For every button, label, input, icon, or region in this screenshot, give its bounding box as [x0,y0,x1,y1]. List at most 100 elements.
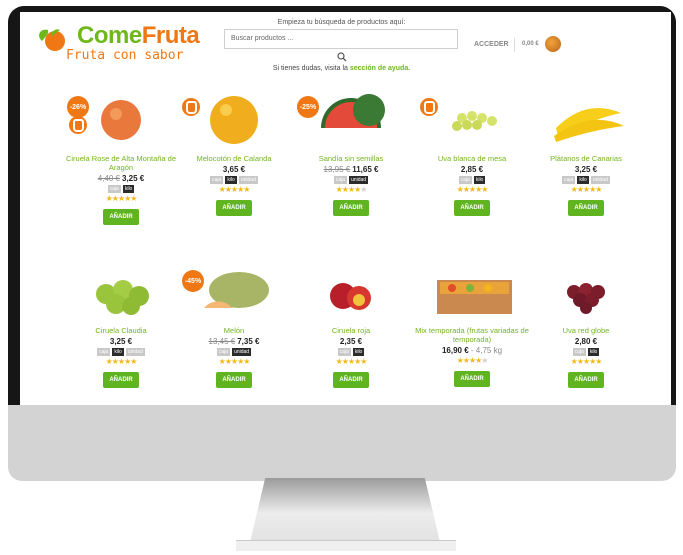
product-image[interactable] [182,88,284,148]
unit-selector: caja kilo [413,176,531,184]
add-to-cart-button[interactable]: AÑADIR [454,200,490,216]
login-link[interactable]: ACCEDER [474,41,509,48]
add-to-cart-button[interactable]: AÑADIR [216,200,252,216]
unit-option[interactable]: caja [562,176,576,184]
hand-picked-icon [69,116,87,134]
unit-selector: caja kilo [527,348,645,356]
product-card[interactable]: -26% Ciruela Rose de Alta Montaña de Arag… [62,88,180,225]
unit-option[interactable]: caja [458,176,472,184]
product-image[interactable] [536,260,636,320]
header-divider [514,38,515,52]
add-to-cart-button[interactable]: AÑADIR [216,372,252,388]
search-input[interactable]: Buscar productos ... [224,29,458,49]
product-image[interactable] [301,260,401,320]
product-card[interactable]: Uva red globe 2,80 € caja kilo ★★★★★ AÑADIR [527,260,645,388]
product-card[interactable]: Ciruela Claudia 3,25 € caja kilo unidad ★★★★★… [62,260,180,388]
rating-stars: ★★★★★ [218,357,251,366]
search-hint: Empieza tu búsqueda de productos aquí: [277,19,406,26]
comefruta-logo[interactable]: ComeFruta Fruta con sabor [36,22,206,68]
product-card[interactable]: Ciruela roja 2,35 € caja kilo ★★★★★ AÑADIR [292,260,410,388]
add-to-cart-button[interactable]: AÑADIR [333,372,369,388]
unit-option[interactable]: kilo [587,348,600,356]
monitor-base [236,540,456,551]
product-name[interactable]: Ciruela roja [292,326,410,335]
product-card[interactable]: Uva blanca de mesa 2,85 € caja kilo ★★★★★ AÑA… [413,88,531,216]
unit-option[interactable]: kilo [112,348,124,356]
rating-stars: ★★★★★ [570,357,603,366]
product-image[interactable] [420,88,522,148]
rating-stars: ★★★★★ [105,194,138,203]
product-image[interactable]: -26% [67,88,171,148]
rating-stars: ★★★★★ [456,356,489,365]
unit-selector: caja kilo unidad [527,176,645,184]
product-price: 3,25 € [109,337,133,346]
monitor-chin [8,405,676,481]
add-to-cart-button[interactable]: AÑADIR [333,200,369,216]
product-name[interactable]: Ciruela Rose de Alta Montaña de Aragón [62,154,180,172]
unit-option[interactable]: unidad [238,176,258,184]
product-card[interactable]: -25% Sandía sin semillas 13,95 €11,65 € caj… [292,88,410,216]
product-price: 13,45 €7,35 € [208,337,260,346]
product-name[interactable]: Ciruela Claudia [62,326,180,335]
unit-selector: caja unidad [292,176,410,184]
product-card[interactable]: Mix temporada (frutas variadas de tempor… [413,260,531,387]
unit-option[interactable]: unidad [125,348,145,356]
product-price: 3,65 € [222,165,246,174]
unit-option[interactable]: caja [572,348,586,356]
product-image[interactable] [71,260,171,320]
unit-option[interactable]: caja [337,348,351,356]
unit-option[interactable]: unidad [590,176,610,184]
logo-tagline: Fruta con sabor [66,48,184,63]
product-image[interactable]: -25% [297,88,401,148]
search-icon[interactable] [337,52,347,62]
add-to-cart-button[interactable]: AÑADIR [103,372,139,388]
product-price: 3,25 € [574,165,598,174]
unit-option[interactable]: caja [210,176,224,184]
unit-selector: caja kilo unidad [175,176,293,184]
unit-selector: caja kilo unidad [62,348,180,356]
unit-option[interactable]: kilo [225,176,237,184]
product-card[interactable]: -45% Melón 13,45 €7,35 € caja unidad ★★★★★ AÑA… [175,260,293,388]
unit-option[interactable]: caja [216,348,231,356]
rating-stars: ★★★★★ [105,357,138,366]
product-image[interactable] [536,88,636,148]
discount-badge: -25% [297,96,319,118]
monitor-stand [250,478,440,542]
product-name[interactable]: Plátanos de Canarias [527,154,645,163]
unit-option[interactable]: caja [333,176,348,184]
product-name[interactable]: Uva blanca de mesa [413,154,531,163]
product-image[interactable]: -45% [182,260,284,320]
hand-picked-icon [420,98,438,116]
product-card[interactable]: Melocotón de Calanda 3,65 € caja kilo unidad… [175,88,293,216]
unit-option[interactable]: kilo [473,176,486,184]
product-name[interactable]: Sandía sin semillas [292,154,410,163]
rating-stars: ★★★★★ [570,185,603,194]
cart-total[interactable]: 0,00 € [522,41,539,47]
product-card[interactable]: Plátanos de Canarias 3,25 € caja kilo unidad… [527,88,645,216]
help-link[interactable]: sección de ayuda. [350,65,410,72]
cart-basket-icon[interactable] [545,36,561,52]
help-notice: Si tienes dudas, visita la sección de ay… [272,65,411,72]
product-name[interactable]: Mix temporada (frutas variadas de tempor… [413,326,531,344]
product-price: 13,95 €11,65 € [323,165,379,174]
unit-option[interactable]: kilo [352,348,365,356]
unit-option[interactable]: kilo [577,176,589,184]
unit-option[interactable]: kilo [122,185,135,193]
unit-option[interactable]: unidad [232,348,252,356]
unit-option[interactable]: caja [107,185,121,193]
unit-option[interactable]: unidad [349,176,369,184]
add-to-cart-button[interactable]: AÑADIR [454,371,490,387]
fruit-logo-icon [39,29,65,51]
add-to-cart-button[interactable]: AÑADIR [568,372,604,388]
product-name[interactable]: Melocotón de Calanda [175,154,293,163]
add-to-cart-button[interactable]: AÑADIR [103,209,139,225]
product-name[interactable]: Melón [175,326,293,335]
add-to-cart-button[interactable]: AÑADIR [568,200,604,216]
rating-stars: ★★★★★ [335,357,368,366]
unit-selector: caja kilo [62,185,180,193]
product-name[interactable]: Uva red globe [527,326,645,335]
unit-option[interactable]: caja [97,348,111,356]
product-price: 2,35 € [339,337,363,346]
product-image[interactable] [422,260,522,320]
hand-picked-icon [182,98,200,116]
